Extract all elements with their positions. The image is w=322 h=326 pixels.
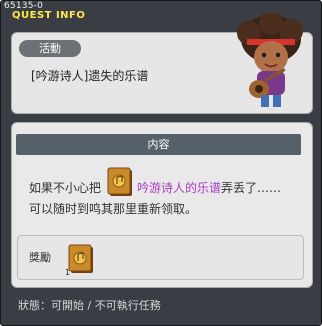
- event-badge: 活動: [19, 40, 81, 57]
- reward-label: 獎勵: [29, 251, 51, 264]
- content-line-2: 可以随时到鸣其那里重新领取。: [29, 202, 198, 216]
- reward-count: 1: [65, 268, 70, 276]
- line1-suffix: 弄丢了……: [221, 181, 282, 195]
- reward-box: [17, 235, 304, 280]
- quest-info-window: 65135-0 QUEST INFO 活動 [吟游诗人]遗失的乐谱 内容 如果不…: [0, 0, 322, 326]
- line1-prefix: 如果不小心把: [29, 181, 102, 195]
- window-title: QUEST INFO: [12, 10, 86, 21]
- item-name-highlight: 吟游诗人的乐谱: [137, 181, 222, 195]
- content-line-1: 如果不小心把 吟游诗人的乐谱弄丢了……: [29, 181, 281, 195]
- reward-item-book-icon[interactable]: 1: [64, 242, 98, 276]
- quest-name: [吟游诗人]遗失的乐谱: [31, 69, 149, 83]
- quest-status: 狀態：可開始 / 不可執行任務: [18, 299, 161, 312]
- content-header: 内容: [16, 134, 301, 155]
- npc-bard-portrait: [237, 13, 303, 107]
